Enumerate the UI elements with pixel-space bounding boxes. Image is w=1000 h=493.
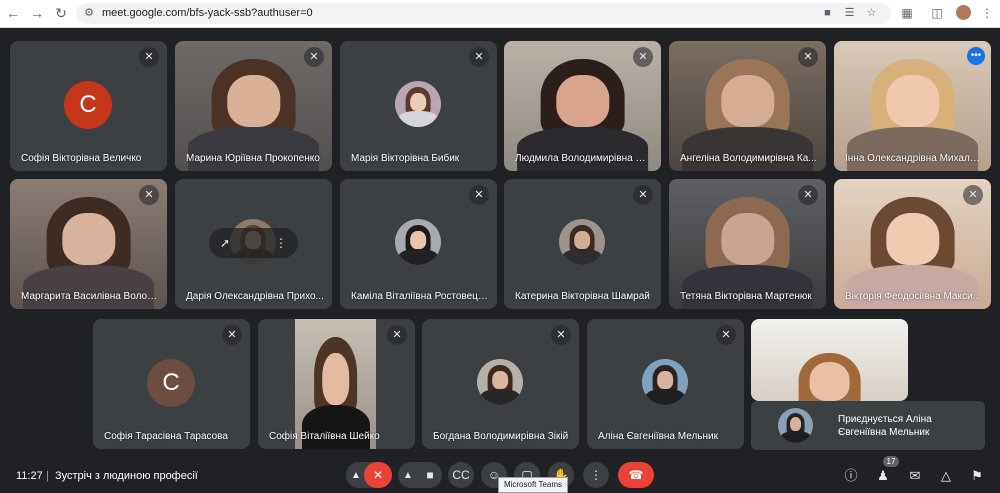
- participant-tile[interactable]: ✕ Тетяна Вікторівна Мартенюк: [669, 179, 826, 309]
- meeting-time: 11:27: [16, 470, 43, 482]
- mic-off-icon: ✕: [469, 185, 489, 205]
- mic-off-icon: ✕: [798, 185, 818, 205]
- mic-off-icon: ✕: [304, 47, 324, 67]
- leave-call-button[interactable]: ☎: [618, 462, 654, 488]
- camera-button-group: ▲ ■: [398, 462, 442, 488]
- participant-avatar: [395, 81, 441, 127]
- participant-name: Софія Вікторівна Величко: [21, 153, 142, 164]
- mic-off-icon: ✕: [387, 325, 407, 345]
- mic-off-icon[interactable]: ✕: [364, 462, 392, 488]
- participant-tile[interactable]: ✕ Ангеліна Володимирівна Ка...: [669, 41, 826, 171]
- participant-tile[interactable]: ✕ Аліна Євгеніївна Мельник: [587, 319, 744, 449]
- participant-name: Софія Тарасівна Тарасова: [104, 431, 228, 442]
- participant-name: Тетяна Вікторівна Мартенюк: [680, 291, 812, 302]
- more-options-button[interactable]: ⋮: [583, 462, 609, 488]
- participant-name: Марина Юріївна Прокопенко: [186, 153, 320, 164]
- camera-icon[interactable]: ■: [418, 462, 442, 488]
- participant-name: Маргарита Василівна Волон...: [21, 291, 159, 302]
- pin-icon[interactable]: ➚: [217, 235, 233, 251]
- participant-name: Вікторія Феодосіївна Макси...: [845, 291, 981, 302]
- browser-toolbar: ← → ↻ ⚙ meet.google.com/bfs-yack-ssb?aut…: [0, 0, 1000, 28]
- participant-tile[interactable]: С ✕ Софія Тарасівна Тарасова: [93, 319, 250, 449]
- tile-hover-controls: ➚ ⋮: [209, 228, 298, 258]
- mic-off-icon: ✕: [222, 325, 242, 345]
- meeting-title: Зустріч з людиною професії: [55, 470, 198, 482]
- url-text: meet.google.com/bfs-yack-ssb?authuser=0: [102, 7, 313, 19]
- participant-avatar: [395, 219, 441, 265]
- mic-off-icon: ✕: [633, 47, 653, 67]
- participant-avatar: [559, 219, 605, 265]
- participant-tile[interactable]: ✕ Катерина Вікторівна Шамрай: [504, 179, 661, 309]
- participant-name: Марія Вікторівна Бибик: [351, 153, 460, 164]
- mic-off-icon: ✕: [139, 47, 159, 67]
- mic-button-group: ▲ ✕: [346, 462, 392, 488]
- mic-off-icon: ✕: [469, 47, 489, 67]
- hang-up-icon: ☎: [628, 468, 644, 482]
- more-options-icon[interactable]: ⋮: [273, 235, 289, 251]
- participant-tile[interactable]: ••• Інна Олександрівна Михале...: [834, 41, 991, 171]
- participant-avatar: [477, 359, 523, 405]
- mic-off-icon: ✕: [963, 185, 983, 205]
- address-bar[interactable]: ⚙ meet.google.com/bfs-yack-ssb?authuser=…: [76, 3, 891, 24]
- mic-off-icon: ✕: [716, 325, 736, 345]
- separator: |: [46, 470, 49, 482]
- participant-tile[interactable]: ✕ Марія Вікторівна Бибик: [340, 41, 497, 171]
- join-notification: Приєднується Аліна Євгеніївна Мельник: [751, 401, 985, 450]
- extensions-icon[interactable]: ▦: [898, 4, 916, 22]
- participant-name: Софія Віталіївна Шейко: [269, 431, 380, 442]
- profile-avatar[interactable]: [956, 5, 971, 20]
- camera-icon[interactable]: ■: [820, 6, 835, 21]
- participant-tile[interactable]: ✕ Каміла Віталіївна Ростовецька: [340, 179, 497, 309]
- participant-tile[interactable]: ✕ Вікторія Феодосіївна Макси...: [834, 179, 991, 309]
- activities-icon[interactable]: △: [935, 465, 957, 487]
- participant-name: Ангеліна Володимирівна Ка...: [680, 153, 817, 164]
- participant-avatar: [642, 359, 688, 405]
- video-options-chevron-icon[interactable]: ▲: [400, 463, 416, 489]
- mic-off-icon: ✕: [551, 325, 571, 345]
- participant-tile[interactable]: ✕ Людмила Володимирівна Ма...: [504, 41, 661, 171]
- back-icon[interactable]: ←: [4, 4, 22, 22]
- meeting-info-icon[interactable]: ⓘ: [840, 465, 862, 487]
- avatar-letter: С: [147, 359, 195, 407]
- mic-off-icon: ✕: [798, 47, 818, 67]
- notification-text: Приєднується Аліна Євгеніївна Мельник: [838, 414, 932, 438]
- avatar-letter: С: [64, 81, 112, 129]
- captions-button[interactable]: CC: [448, 462, 474, 488]
- participant-video: [295, 319, 376, 449]
- menu-icon[interactable]: ⋮: [978, 4, 996, 22]
- translate-icon[interactable]: ☰: [842, 6, 857, 21]
- participant-name: Катерина Вікторівна Шамрай: [515, 291, 650, 302]
- participant-tile[interactable]: ✕ Софія Віталіївна Шейко: [258, 319, 415, 449]
- more-options-icon[interactable]: •••: [967, 47, 985, 65]
- participants-count-badge: 17: [883, 456, 899, 467]
- participant-tile[interactable]: ✕ Богдана Володимирівна Зікій: [422, 319, 579, 449]
- more-vert-icon: ⋮: [590, 468, 602, 482]
- star-icon[interactable]: ☆: [864, 6, 879, 21]
- participant-name: Богдана Володимирівна Зікій: [433, 431, 569, 442]
- participant-name: Людмила Володимирівна Ма...: [515, 153, 653, 164]
- host-controls-icon[interactable]: ⚑: [966, 465, 988, 487]
- mic-off-icon: ✕: [633, 185, 653, 205]
- participant-name: Каміла Віталіївна Ростовецька: [351, 291, 489, 302]
- participant-name: Дарія Олександрівна Прихо...: [186, 291, 324, 302]
- participant-name: Інна Олександрівна Михале...: [845, 153, 983, 164]
- chat-icon[interactable]: ✉: [904, 465, 926, 487]
- captions-icon: CC: [452, 468, 470, 482]
- participant-tile[interactable]: [751, 319, 908, 401]
- mic-off-icon: ✕: [139, 185, 159, 205]
- participant-avatar: [778, 408, 813, 443]
- reload-icon[interactable]: ↻: [52, 4, 70, 22]
- participant-tile[interactable]: С ✕ Софія Вікторівна Величко: [10, 41, 167, 171]
- audio-options-chevron-icon[interactable]: ▲: [348, 463, 364, 489]
- participant-tile[interactable]: ✕ Марина Юріївна Прокопенко: [175, 41, 332, 171]
- people-icon[interactable]: ♟: [872, 465, 894, 487]
- participant-tile[interactable]: ✕ Маргарита Василівна Волон...: [10, 179, 167, 309]
- participant-name: Аліна Євгеніївна Мельник: [598, 431, 718, 442]
- participant-video: [751, 319, 908, 401]
- site-info-icon[interactable]: ⚙: [82, 6, 96, 20]
- sidepanel-icon[interactable]: ◫: [928, 4, 946, 22]
- forward-icon[interactable]: →: [28, 4, 46, 22]
- participant-tile[interactable]: ➚ ⋮ Дарія Олександрівна Прихо...: [175, 179, 332, 309]
